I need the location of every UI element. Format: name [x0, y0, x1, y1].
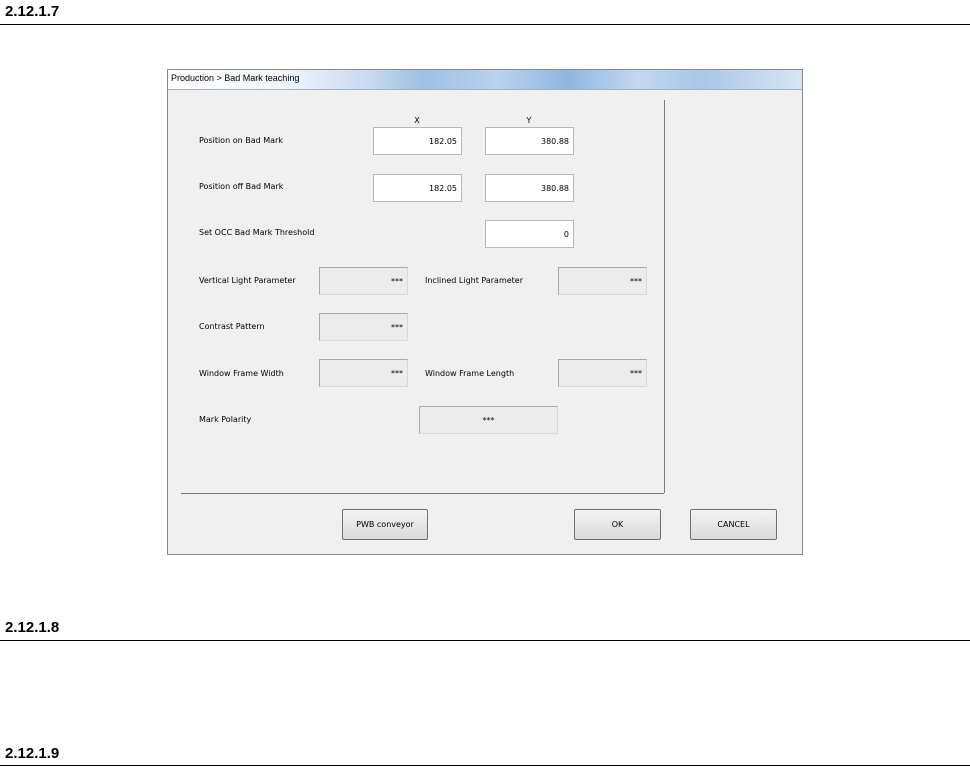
- dialog-title: Production > Bad Mark teaching: [171, 73, 300, 83]
- vertical-light-label: Vertical Light Parameter: [199, 276, 296, 285]
- contrast-pattern-value: ***: [319, 313, 408, 341]
- position-off-bad-mark-label: Position off Bad Mark: [199, 182, 284, 191]
- column-header-y: Y: [526, 116, 532, 125]
- section-rule: [0, 24, 970, 25]
- position-off-y-input[interactable]: 380.88: [485, 174, 574, 202]
- position-on-bad-mark-label: Position on Bad Mark: [199, 136, 283, 145]
- cancel-button[interactable]: CANCEL: [690, 509, 777, 540]
- position-off-x-input[interactable]: 182.05: [373, 174, 462, 202]
- section-rule: [0, 640, 970, 641]
- section-heading-2-12-1-8: 2.12.1.8: [5, 619, 60, 636]
- panel-divider-horizontal: [181, 493, 664, 494]
- section-heading-2-12-1-7: 2.12.1.7: [5, 3, 60, 20]
- bad-mark-teaching-dialog: Production > Bad Mark teaching X Y Posit…: [167, 69, 803, 555]
- inclined-light-label: Inclined Light Parameter: [425, 276, 524, 285]
- occ-threshold-input[interactable]: 0: [485, 220, 574, 248]
- window-frame-length-value: ***: [558, 359, 647, 387]
- position-on-y-input[interactable]: 380.88: [485, 127, 574, 155]
- column-header-x: X: [414, 116, 420, 125]
- window-frame-width-label: Window Frame Width: [199, 369, 284, 378]
- window-frame-width-value: ***: [319, 359, 408, 387]
- position-on-x-input[interactable]: 182.05: [373, 127, 462, 155]
- occ-threshold-label: Set OCC Bad Mark Threshold: [199, 228, 315, 237]
- mark-polarity-label: Mark Polarity: [199, 415, 252, 424]
- pwb-conveyor-button[interactable]: PWB conveyor: [342, 509, 428, 540]
- mark-polarity-value: ***: [419, 406, 558, 434]
- section-rule: [0, 765, 970, 766]
- window-frame-length-label: Window Frame Length: [425, 369, 515, 378]
- dialog-title-bar: Production > Bad Mark teaching: [168, 70, 802, 90]
- ok-button[interactable]: OK: [574, 509, 661, 540]
- panel-divider-vertical: [664, 100, 665, 493]
- section-heading-2-12-1-9: 2.12.1.9: [5, 745, 60, 762]
- vertical-light-value: ***: [319, 267, 408, 295]
- contrast-pattern-label: Contrast Pattern: [199, 322, 265, 331]
- inclined-light-value: ***: [558, 267, 647, 295]
